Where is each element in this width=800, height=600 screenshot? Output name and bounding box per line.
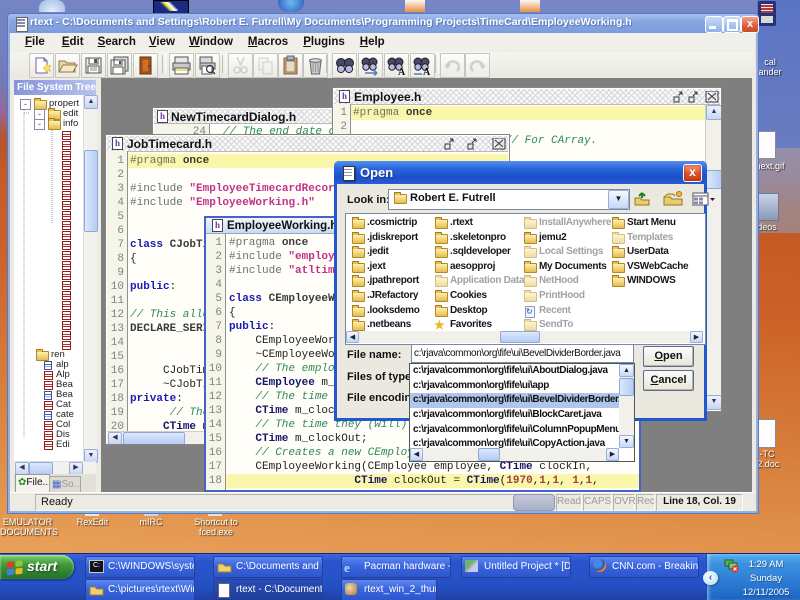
svg-text:A: A bbox=[398, 67, 406, 77]
svg-text:A: A bbox=[423, 67, 431, 77]
